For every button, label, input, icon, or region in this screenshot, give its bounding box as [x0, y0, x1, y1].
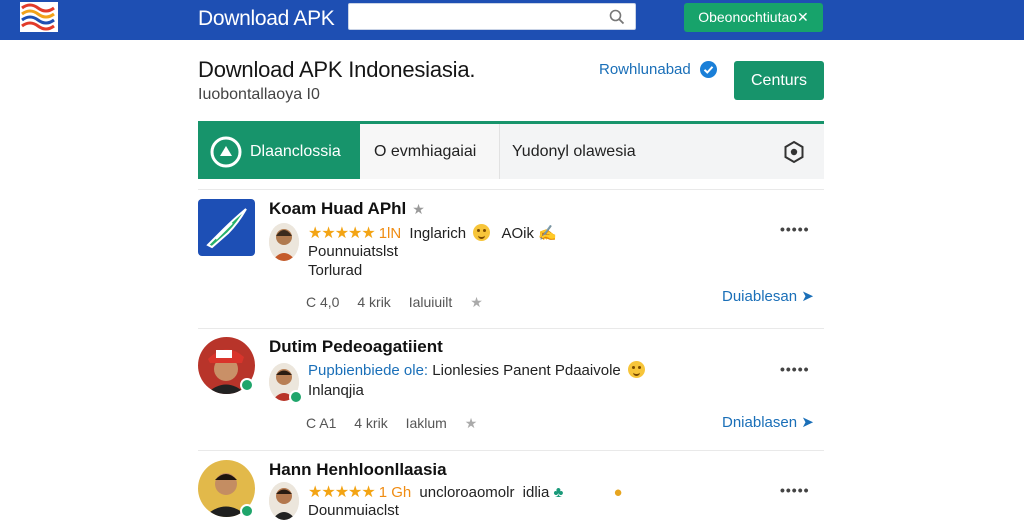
avatar — [269, 482, 299, 520]
wink-emoji-icon — [628, 361, 645, 378]
divider — [198, 328, 824, 329]
rating-row: ★★★★★ 1ƖN Inglarich AOik ✍ — [308, 223, 557, 243]
continue-button[interactable]: Centurs — [734, 61, 824, 100]
tab-label: O evmhiagaiai — [374, 124, 476, 179]
verified-check-icon — [240, 504, 254, 518]
rating-extra: idlia — [523, 484, 550, 501]
bulb-emoji-icon: ● — [614, 484, 623, 501]
star-icon: ★ — [470, 294, 483, 310]
rating-tag: uncloroaomolr — [419, 484, 514, 501]
search-bar[interactable] — [348, 3, 636, 30]
divider — [198, 189, 824, 190]
star-icon: ★ — [465, 415, 478, 431]
item-title[interactable]: Koam Huad APhl ★ — [269, 199, 425, 219]
tab-downloads[interactable]: Dlaanclossia — [198, 124, 360, 179]
search-input[interactable] — [349, 4, 599, 29]
verified-check-icon — [289, 390, 303, 404]
download-link[interactable]: Duiablesan ➤ — [722, 287, 814, 305]
item-location: Inlanqjia — [308, 382, 364, 399]
list-item[interactable]: Hann Henhloonllaasia ★★★★★ 1 Gh uncloroao… — [198, 460, 824, 520]
item-description: Dounmuiaclst — [308, 502, 399, 519]
meta-size: 4 krik — [354, 415, 387, 431]
list-item[interactable]: Koam Huad APhl ★ ★★★★★ 1ƖN Inglarich AOik … — [198, 199, 824, 319]
verified-check-icon — [240, 378, 254, 392]
tab-updates[interactable]: Yudonyl olawesia — [500, 124, 740, 179]
more-options-icon[interactable]: ••••• — [780, 221, 810, 237]
item-title[interactable]: Dutim Pedeoagatiient — [269, 337, 443, 357]
item-location: Torlurad — [308, 262, 362, 279]
item-title[interactable]: Hann Henhloonllaasia — [269, 460, 447, 480]
rating-count: 1ƖN — [379, 225, 402, 242]
item-description: Pounnuiatslst — [308, 243, 398, 260]
verified-badge-icon — [699, 60, 718, 79]
rating-extra: AOik — [501, 225, 534, 242]
top-action-button[interactable]: Obeonochtiutao✕ — [684, 3, 823, 32]
hexagon-settings-icon[interactable] — [782, 140, 806, 164]
item-meta: C 4,0 4 krik Ialuiuilt ★ — [306, 294, 497, 311]
meta-downloads: Iaklum — [406, 415, 447, 431]
star-rating-icon: ★★★★★ — [308, 225, 375, 242]
top-bar: Download APK Obeonochtiutao✕ — [0, 0, 1024, 40]
brand-title[interactable]: Download APK — [198, 7, 335, 31]
smile-emoji-icon — [473, 224, 490, 241]
rating-row: ★★★★★ 1 Gh uncloroaomolr idlia ♣ ● — [308, 482, 623, 502]
download-circle-icon — [210, 136, 242, 191]
app-icon — [198, 199, 255, 256]
verified-link[interactable]: Rowhlunabad — [599, 61, 691, 78]
meta-downloads: Ialuiuilt — [409, 294, 453, 310]
leaf-emoji-icon: ♣ — [554, 484, 564, 501]
meta-version: C 4,0 — [306, 294, 339, 310]
meta-version: C A1 — [306, 415, 336, 431]
thumbs-up-emoji-icon: ✍ — [538, 225, 557, 242]
page-subtitle: Iuobontallaoya I0 — [198, 86, 320, 104]
tab-label: Dlaanclossia — [250, 124, 341, 179]
app-logo[interactable] — [20, 2, 58, 32]
divider — [198, 450, 824, 451]
page-title: Download APK Indonesiasia. — [198, 57, 475, 83]
meta-size: 4 krik — [357, 294, 390, 310]
list-item[interactable]: Dutim Pedeoagatiient Pupbienbiede ole: L… — [198, 337, 824, 447]
tab-label: Yudonyl olawesia — [512, 124, 636, 179]
more-options-icon[interactable]: ••••• — [780, 361, 810, 377]
star-rating-icon: ★★★★★ — [308, 484, 375, 501]
search-icon[interactable] — [609, 9, 625, 30]
item-meta: C A1 4 krik Iaklum ★ — [306, 415, 491, 432]
favorite-star-icon[interactable]: ★ — [412, 201, 425, 217]
rating-count: 1 Gh — [379, 484, 412, 501]
download-link[interactable]: Dniablasen ➤ — [722, 413, 814, 431]
item-description: Pupbienbiede ole: Lionlesies Panent Pdaa… — [308, 361, 648, 379]
more-options-icon[interactable]: ••••• — [780, 482, 810, 498]
rating-tag: Inglarich — [409, 225, 466, 242]
avatar — [269, 223, 299, 261]
tab-overview[interactable]: O evmhiagaiai — [360, 124, 500, 179]
tab-bar: Dlaanclossia O evmhiagaiai Yudonyl olawe… — [198, 121, 824, 179]
